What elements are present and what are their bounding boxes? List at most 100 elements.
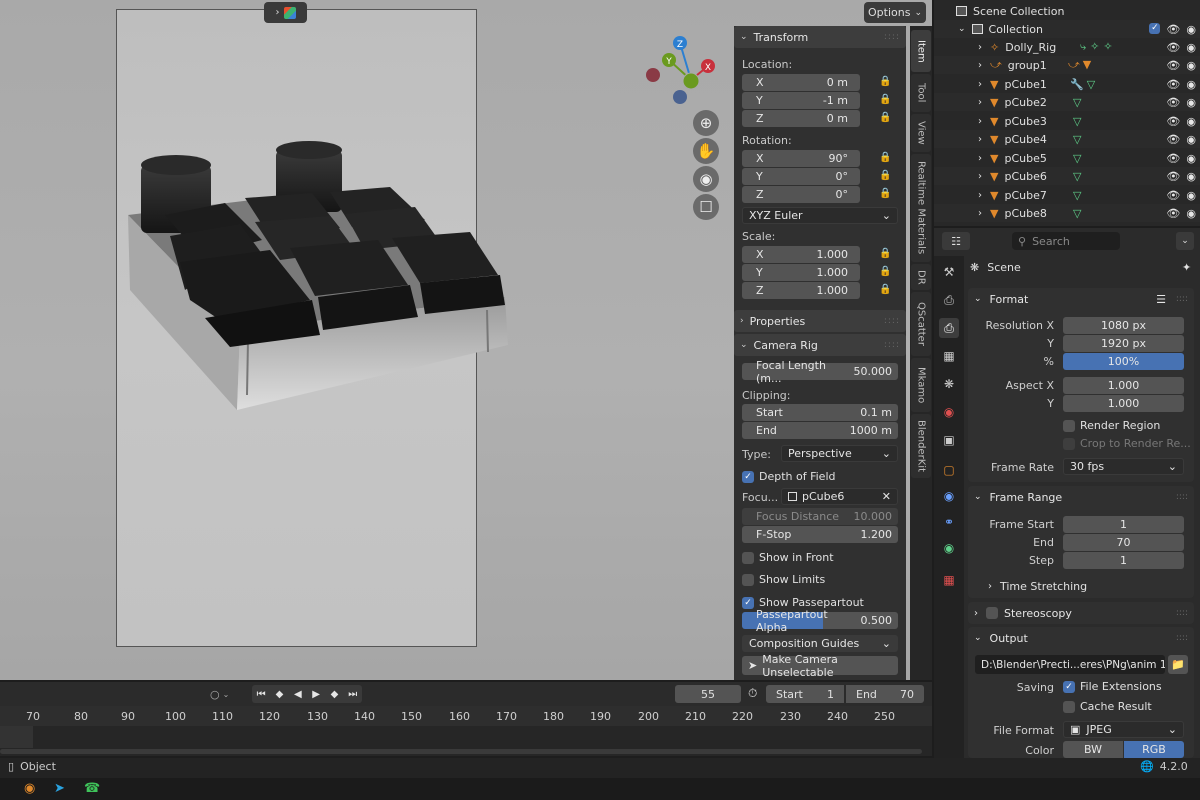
tab-tool[interactable]: Tool xyxy=(911,74,931,112)
outliner-row-pcube6[interactable]: › ▼ pCube6 ▽ 👁 ◉ xyxy=(934,167,1200,185)
cache-result-checkbox[interactable]: Cache Result xyxy=(1063,700,1152,713)
camera-icon[interactable]: ◉ xyxy=(1186,170,1196,183)
pan-button[interactable]: ✋ xyxy=(693,138,719,164)
eye-icon[interactable]: 👁 xyxy=(1166,170,1180,183)
drag-grip-icon[interactable]: :::: xyxy=(884,316,900,326)
passepartout-alpha-slider[interactable]: Passepartout Alpha 0.500 xyxy=(742,608,898,634)
camera-icon[interactable]: ◉ xyxy=(1186,207,1196,220)
composition-guides-dropdown[interactable]: Composition Guides ⌄ xyxy=(742,635,898,652)
outliner-row-pcube1[interactable]: › ▼ pCube1 🔧▽ 👁 ◉ xyxy=(934,75,1200,93)
view-layer-tab-icon[interactable]: ▦ xyxy=(939,346,959,366)
outliner-row-group1[interactable]: › ⤻ group1 ⤻▼ 👁 ◉ xyxy=(934,56,1200,74)
whatsapp-app-icon[interactable]: ☎ xyxy=(84,781,100,796)
outliner-row-dolly-rig[interactable]: › ✧ Dolly_Rig ⤷✧✧ 👁 ◉ xyxy=(934,38,1200,56)
file-format-select[interactable]: ▣ JPEG ⌄ xyxy=(1063,721,1184,738)
stereoscopy-header[interactable]: › Stereoscopy :::: xyxy=(968,602,1194,624)
timeline-end-field[interactable]: End 70 xyxy=(846,685,924,703)
camera-type-select[interactable]: Perspective ⌄ xyxy=(781,445,898,462)
camera-icon[interactable]: ◉ xyxy=(1186,133,1196,146)
frame-ruler[interactable]: 70 80 90 100 110 120 130 140 150 160 170… xyxy=(0,706,932,726)
checkmark-icon[interactable]: ✓ xyxy=(1149,22,1161,34)
navigation-gizmo[interactable]: Z X Y xyxy=(640,30,730,110)
resolution-x-field[interactable]: 1080 px xyxy=(1063,317,1184,334)
frame-end-field[interactable]: 70 xyxy=(1063,534,1184,551)
rotation-mode-select[interactable]: XYZ Euler ⌄ xyxy=(742,207,898,224)
browse-folder-button[interactable]: 📁 xyxy=(1168,655,1188,674)
outliner-row-pcube3[interactable]: › ▼ pCube3 ▽ 👁 ◉ xyxy=(934,112,1200,130)
eye-icon[interactable]: 👁 xyxy=(1166,41,1180,54)
fstop-field[interactable]: F-Stop 1.200 xyxy=(742,526,898,543)
telegram-app-icon[interactable]: ➤ xyxy=(54,781,65,796)
eye-icon[interactable]: 👁 xyxy=(1166,115,1180,128)
rotation-z-field[interactable]: Z 0° xyxy=(742,186,860,203)
camera-icon[interactable]: ◉ xyxy=(1186,115,1196,128)
play-icon[interactable]: ▶ xyxy=(308,686,324,702)
world-tab-icon[interactable]: ◉ xyxy=(939,402,959,422)
tab-qscatter[interactable]: QScatter xyxy=(911,292,931,356)
scene-collection-row[interactable]: Scene Collection xyxy=(934,2,1200,20)
lock-icon[interactable]: 🔒 xyxy=(879,152,891,163)
aspect-x-field[interactable]: 1.000 xyxy=(1063,377,1184,394)
frame-start-field[interactable]: 1 xyxy=(1063,516,1184,533)
close-icon[interactable]: ✕ xyxy=(882,490,891,503)
rotation-y-field[interactable]: Y 0° xyxy=(742,168,860,185)
next-keyframe-icon[interactable]: ◆ xyxy=(326,686,342,702)
stopwatch-icon[interactable]: ⏱ xyxy=(748,686,757,701)
texture-tab-icon[interactable]: ▦ xyxy=(939,570,959,590)
timeline-body[interactable]: 70 80 90 100 110 120 130 140 150 160 170… xyxy=(0,706,932,756)
make-camera-unselectable-button[interactable]: ➤ Make Camera Unselectable xyxy=(742,653,898,679)
camera-view-button[interactable]: ◉ xyxy=(693,166,719,192)
output-header[interactable]: ⌄ Output :::: xyxy=(968,627,1194,649)
scale-z-field[interactable]: Z 1.000 xyxy=(742,282,860,299)
timeline-scrollbar[interactable] xyxy=(0,749,922,754)
lock-icon[interactable]: 🔒 xyxy=(879,266,891,277)
jump-start-icon[interactable]: ⏮ xyxy=(253,686,269,702)
format-header[interactable]: ⌄ Format ☰ :::: xyxy=(968,288,1194,310)
tool-tab-icon[interactable]: ⚒ xyxy=(939,262,959,282)
eye-icon[interactable]: 👁 xyxy=(1166,96,1180,109)
outliner-row-pcube2[interactable]: › ▼ pCube2 ▽ 👁 ◉ xyxy=(934,93,1200,111)
eye-icon[interactable]: 👁 xyxy=(1166,78,1180,91)
transform-header[interactable]: ⌄ Transform :::: xyxy=(734,26,906,48)
camera-icon[interactable]: ◉ xyxy=(1186,41,1196,54)
keying-dropdown[interactable]: ○ ⌄ xyxy=(210,686,244,702)
drag-grip-icon[interactable]: :::: xyxy=(1176,492,1188,502)
timeline-start-field[interactable]: Start 1 xyxy=(766,685,844,703)
clip-start-field[interactable]: Start 0.1 m xyxy=(742,404,898,421)
rotation-x-field[interactable]: X 90° xyxy=(742,150,860,167)
camera-icon[interactable]: ◉ xyxy=(1186,152,1196,165)
camera-icon[interactable]: ◉ xyxy=(1186,23,1196,36)
jump-end-icon[interactable]: ⏭ xyxy=(345,686,361,702)
object-tab-icon[interactable]: ▢ xyxy=(939,460,959,480)
editor-type-button[interactable]: ☷ xyxy=(942,232,970,250)
tab-dr[interactable]: DR xyxy=(911,264,931,290)
stereoscopy-panel[interactable]: › Stereoscopy :::: xyxy=(968,602,1194,624)
camera-icon[interactable]: ◉ xyxy=(1186,96,1196,109)
preset-list-icon[interactable]: ☰ xyxy=(1156,293,1166,306)
current-frame-field[interactable]: 55 xyxy=(675,685,741,703)
lock-icon[interactable]: 🔒 xyxy=(879,188,891,199)
drag-grip-icon[interactable]: :::: xyxy=(884,32,900,42)
outliner-row-pcube7[interactable]: › ▼ pCube7 ▽ 👁 ◉ xyxy=(934,186,1200,204)
eye-icon[interactable]: 👁 xyxy=(1166,189,1180,202)
editor-type-button[interactable]: › xyxy=(264,2,307,23)
collection-row[interactable]: ⌄ Collection ✓ 👁 ◉ xyxy=(934,20,1200,38)
tab-view[interactable]: View xyxy=(911,114,931,152)
file-extensions-checkbox[interactable]: ✓ File Extensions xyxy=(1063,680,1162,693)
eye-icon[interactable]: 👁 xyxy=(1166,207,1180,220)
lock-icon[interactable]: 🔒 xyxy=(879,170,891,181)
tab-item[interactable]: Item xyxy=(911,30,931,72)
options-dropdown[interactable]: Options ⌄ xyxy=(864,2,926,23)
resolution-percent-slider[interactable]: 100% xyxy=(1063,353,1184,370)
constraints-tab-icon[interactable]: ⚭ xyxy=(939,512,959,532)
lock-icon[interactable]: 🔒 xyxy=(879,76,891,87)
camera-icon[interactable]: ◉ xyxy=(1186,78,1196,91)
lock-camera-button[interactable]: ☐ xyxy=(693,194,719,220)
color-bw-button[interactable]: BW xyxy=(1063,741,1123,758)
collection-tab-icon[interactable]: ▣ xyxy=(939,430,959,450)
pin-icon[interactable]: ✦ xyxy=(1182,261,1191,274)
lock-icon[interactable]: 🔒 xyxy=(879,112,891,123)
camera-rig-header[interactable]: ⌄ Camera Rig :::: xyxy=(734,334,906,356)
show-limits-checkbox[interactable]: Show Limits xyxy=(742,573,825,586)
drag-grip-icon[interactable]: :::: xyxy=(884,340,900,350)
